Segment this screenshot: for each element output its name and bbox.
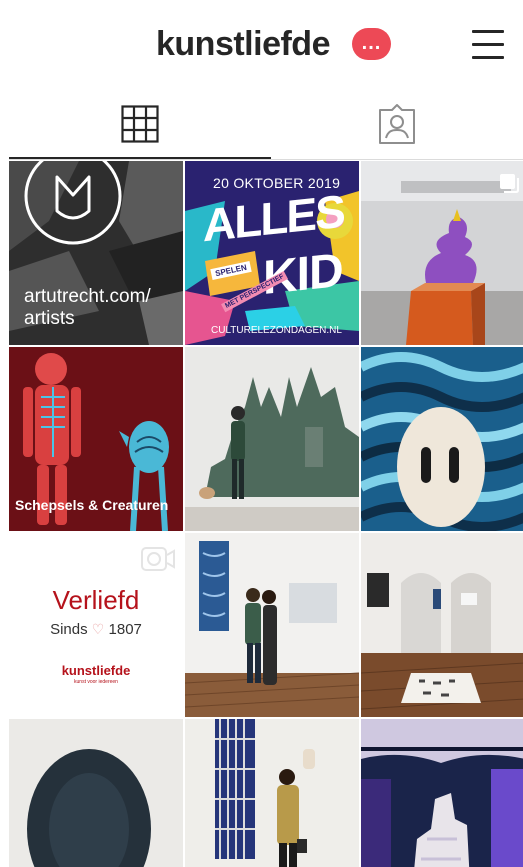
post-7-since-label: Sinds — [50, 621, 88, 638]
carousel-icon — [500, 174, 519, 193]
post-tile-5[interactable] — [185, 347, 359, 531]
post-tile-6[interactable] — [361, 347, 523, 531]
post-image-10 — [9, 719, 183, 867]
post-1-text-line2: artists — [24, 308, 75, 329]
video-icon — [141, 547, 175, 571]
post-tile-4[interactable]: Schepsels & Creaturen — [9, 347, 183, 531]
post-1-text-line1: artutrecht.com/ — [24, 286, 151, 307]
post-image-12 — [361, 719, 523, 867]
menu-button[interactable] — [470, 26, 506, 62]
post-tile-3[interactable] — [361, 161, 523, 345]
post-tile-12[interactable] — [361, 719, 523, 867]
hamburger-icon-line — [472, 43, 504, 46]
post-7-title: Verliefd — [52, 585, 140, 615]
post-image-9 — [361, 533, 523, 717]
tab-tagged[interactable] — [271, 88, 523, 160]
profile-header: kunstliefde ... — [0, 0, 523, 88]
tab-grid[interactable] — [9, 88, 271, 160]
post-7-year: 1807 — [108, 621, 142, 638]
hamburger-icon — [472, 30, 504, 33]
post-tile-8[interactable] — [185, 533, 359, 717]
profile-username: kunstliefde — [156, 25, 330, 63]
post-tile-11[interactable] — [185, 719, 359, 867]
post-tile-1[interactable]: artutrecht.com/ artists — [9, 161, 183, 345]
post-image-11 — [185, 719, 359, 867]
post-4-caption: Schepsels & Creaturen — [15, 497, 169, 513]
post-2-url: CULTURELEZONDAGEN.NL — [211, 325, 342, 336]
hamburger-icon-line — [472, 56, 504, 59]
post-7-brand-tagline: kunst voor iedereen — [74, 679, 118, 685]
grid-icon — [121, 105, 159, 143]
heart-icon: ♡ — [91, 621, 105, 637]
post-grid: artutrecht.com/ artists 20 OKTOBER 2019 … — [9, 161, 523, 867]
post-tile-9[interactable] — [361, 533, 523, 717]
tabs-divider — [9, 159, 523, 160]
post-tile-10[interactable] — [9, 719, 183, 867]
post-tile-7[interactable]: Verliefd Sinds ♡ 1807 kunstliefde kunst … — [9, 533, 183, 717]
post-tile-2[interactable]: 20 OKTOBER 2019 ALLES KID SPELEN MET PER… — [185, 161, 359, 345]
post-7-since: Sinds ♡ 1807 — [9, 621, 183, 638]
post-image-5 — [185, 347, 359, 531]
profile-tabs — [9, 88, 523, 160]
post-image-8 — [185, 533, 359, 717]
notification-badge[interactable]: ... — [352, 28, 391, 60]
post-image-6 — [361, 347, 523, 531]
post-1-text: artutrecht.com/ artists — [24, 286, 151, 330]
post-7-brand: kunstliefde — [61, 663, 131, 678]
tagged-person-icon — [379, 104, 415, 144]
